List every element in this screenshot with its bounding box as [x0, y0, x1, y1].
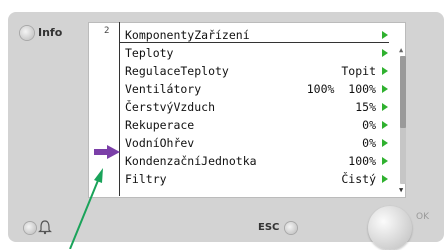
menu-item-value: Topit: [341, 64, 376, 78]
row-arrow-icon[interactable]: [382, 121, 388, 129]
scroll-down-icon[interactable]: ▼: [399, 186, 403, 194]
row-arrow-icon[interactable]: [382, 85, 388, 93]
row-arrow-icon[interactable]: [382, 175, 388, 183]
info-label: Info: [38, 26, 63, 39]
row-arrow-icon[interactable]: [382, 139, 388, 147]
ok-label: OK: [416, 212, 429, 222]
ok-button[interactable]: [368, 206, 412, 250]
info-button[interactable]: [20, 26, 34, 40]
header-arrow-icon[interactable]: [382, 31, 388, 39]
row-arrow-icon[interactable]: [382, 103, 388, 111]
row-arrow-icon[interactable]: [382, 157, 388, 165]
screen-divider-vertical: [119, 22, 120, 196]
menu-item-value: 100% 100%: [306, 82, 376, 96]
scrollbar-thumb[interactable]: [400, 56, 406, 128]
esc-label: ESC: [258, 222, 280, 233]
menu-item-label: VodníOhřev: [125, 136, 195, 150]
header-title: KomponentyZařízení: [125, 28, 250, 42]
menu-item-label: Rekuperace: [125, 118, 195, 132]
menu-item-label: Filtry: [125, 172, 167, 186]
menu-item-value: 0%: [362, 118, 376, 132]
bell-icon: [38, 220, 52, 235]
row-arrow-icon[interactable]: [382, 49, 388, 57]
esc-button[interactable]: [285, 222, 297, 234]
menu-item-value: Čistý: [341, 172, 376, 186]
menu-item-value: 15%: [355, 100, 376, 114]
menu-item-label: KondenzačníJednotka: [125, 154, 257, 168]
menu-item-label: ČerstvýVzduch: [125, 100, 216, 114]
menu-item-value: 100%: [348, 154, 376, 168]
menu-item-value: 0%: [362, 136, 376, 150]
page-number: 2: [104, 26, 110, 36]
row-arrow-icon[interactable]: [382, 67, 388, 75]
selection-pointer-arrow: [94, 145, 120, 159]
alarm-button[interactable]: [24, 222, 36, 234]
menu-item-label: Teploty: [125, 46, 174, 60]
scroll-up-icon[interactable]: ▲: [399, 46, 403, 54]
menu-item-label: RegulaceTeploty: [125, 64, 229, 78]
menu-item-label: Ventilátory: [125, 82, 202, 96]
